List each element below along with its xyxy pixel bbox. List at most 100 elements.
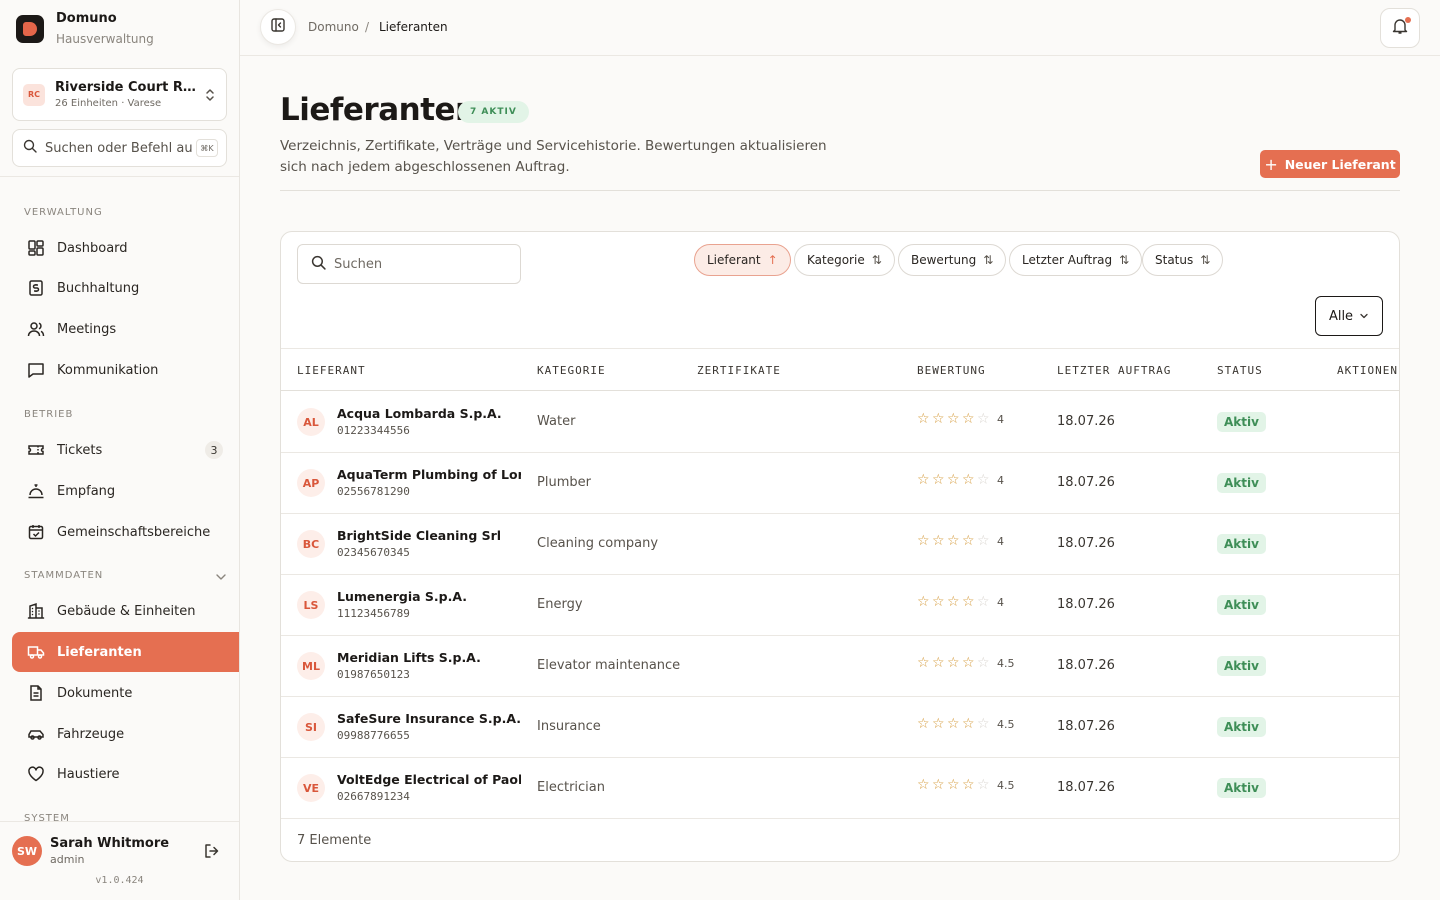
column-header-letzter-auftrag[interactable]: LETZTER AUFTRAG: [1057, 364, 1171, 377]
column-header-lieferant[interactable]: LIEFERANT: [297, 364, 366, 377]
vendor-avatar: AL: [297, 408, 325, 436]
vendor-name[interactable]: Acqua Lombarda S.p.A.: [337, 406, 521, 421]
table-row[interactable]: ML Meridian Lifts S.p.A. 01987650123 Elevat…: [281, 636, 1399, 697]
table-row[interactable]: AL Acqua Lombarda S.p.A. 01223344556 Water ☆…: [281, 392, 1399, 453]
sidebar-item-buchhaltung[interactable]: Buchhaltung: [12, 268, 239, 308]
status-filter-select[interactable]: Alle: [1315, 296, 1383, 336]
sort-arrows-icon: ⇅: [871, 253, 882, 267]
sort-arrows-icon: ⇅: [1119, 253, 1130, 267]
star-icon: ☆: [932, 411, 945, 427]
table-row[interactable]: LS Lumenergia S.p.A. 11123456789 Energy ☆ ☆ ☆ ☆…: [281, 575, 1399, 636]
sidebar-item-label: Kommunikation: [57, 362, 159, 378]
sidebar-toggle-icon: [270, 17, 286, 37]
sort-letzter-auftrag-button[interactable]: Letzter Auftrag ⇅: [1009, 244, 1143, 276]
vendor-last-order: 18.07.26: [1057, 658, 1115, 673]
column-header-status[interactable]: STATUS: [1217, 364, 1263, 377]
sort-status-button[interactable]: Status ⇅: [1142, 244, 1224, 276]
item-count: 7 Elemente: [297, 833, 372, 848]
vendor-vat-id: 01987650123: [337, 668, 410, 681]
table-search-input[interactable]: [334, 256, 504, 272]
column-header-kategorie[interactable]: KATEGORIE: [537, 364, 606, 377]
sort-label: Status: [1155, 253, 1194, 267]
property-switcher[interactable]: RC Riverside Court Residences 26 Einheit…: [12, 68, 227, 121]
sidebar-search-input[interactable]: [45, 140, 193, 156]
sidebar-item-gemeinschaftsbereiche[interactable]: Gemeinschaftsbereiche: [12, 512, 239, 552]
truck-icon: [26, 642, 46, 662]
vendor-rating: ☆ ☆ ☆ ☆ ☆ 4: [917, 533, 1004, 549]
sort-kategorie-button[interactable]: Kategorie ⇅: [794, 244, 895, 276]
sidebar-item-kommunikation[interactable]: Kommunikation: [12, 350, 239, 390]
column-header-bewertung[interactable]: BEWERTUNG: [917, 364, 986, 377]
vendor-vat-id: 02667891234: [337, 790, 410, 803]
vendor-name[interactable]: Lumenergia S.p.A.: [337, 589, 521, 604]
chevron-down-icon: [1359, 309, 1369, 324]
sidebar-item-label: Buchhaltung: [57, 280, 140, 296]
brand-subtitle: Hausverwaltung: [56, 32, 154, 46]
star-icon: ☆: [917, 411, 930, 427]
search-icon: [311, 255, 326, 274]
sidebar-item-dashboard[interactable]: Dashboard: [12, 228, 239, 268]
sidebar-item-meetings[interactable]: Meetings: [12, 309, 239, 349]
sidebar-item-label: Dashboard: [57, 240, 128, 256]
star-icon: ☆: [962, 411, 975, 427]
breadcrumb-current: Lieferanten: [379, 20, 448, 34]
collapse-sidebar-button[interactable]: [260, 9, 296, 45]
logout-icon[interactable]: [203, 842, 221, 864]
sidebar-item-tickets[interactable]: Tickets 3: [12, 430, 239, 470]
vendor-category: Insurance: [537, 719, 601, 734]
sidebar-item-empfang[interactable]: Empfang: [12, 471, 239, 511]
vendor-name[interactable]: Meridian Lifts S.p.A.: [337, 650, 521, 665]
section-label-verwaltung: VERWALTUNG: [24, 207, 103, 218]
vendor-avatar: LS: [297, 591, 325, 619]
vendors-table-card: Lieferant ↑ Kategorie ⇅ Bewertung ⇅ Letz…: [280, 231, 1400, 862]
vendor-avatar: VE: [297, 774, 325, 802]
table-row[interactable]: AP AquaTerm Plumbing of Lorenzo 0255678129…: [281, 453, 1399, 514]
notification-dot: [1405, 17, 1411, 23]
breadcrumb-root[interactable]: Domuno: [308, 20, 359, 34]
sidebar-item-dokumente[interactable]: Dokumente: [12, 673, 239, 713]
chevron-down-icon[interactable]: [215, 571, 227, 586]
sidebar-item-label: Lieferanten: [57, 644, 142, 660]
divider: [0, 176, 239, 177]
vendor-category: Cleaning company: [537, 536, 659, 551]
rating-value: 4.5: [997, 778, 1015, 792]
sidebar-item-lieferanten[interactable]: Lieferanten: [12, 632, 239, 672]
vendor-last-order: 18.07.26: [1057, 780, 1115, 795]
car-icon: [26, 724, 46, 744]
vendor-name[interactable]: VoltEdge Electrical of Paolo Gra: [337, 772, 521, 787]
heart-icon: [26, 764, 46, 784]
sort-bewertung-button[interactable]: Bewertung ⇅: [898, 244, 1007, 276]
status-badge: Aktiv: [1217, 656, 1266, 676]
star-icon: ☆: [962, 655, 975, 671]
avatar[interactable]: SW: [12, 836, 42, 866]
vendor-name[interactable]: AquaTerm Plumbing of Lorenzo: [337, 467, 521, 482]
sidebar-search[interactable]: ⌘K: [12, 129, 227, 167]
vendor-last-order: 18.07.26: [1057, 475, 1115, 490]
ticket-icon: [26, 440, 46, 460]
sort-lieferant-button[interactable]: Lieferant ↑: [694, 244, 791, 276]
sidebar: Domuno Hausverwaltung RC Riverside Court…: [0, 0, 240, 900]
status-badge: Aktiv: [1217, 534, 1266, 554]
vendor-name[interactable]: SafeSure Insurance S.p.A.: [337, 711, 521, 726]
brand[interactable]: Domuno Hausverwaltung: [16, 12, 154, 46]
app-version: v1.0.424: [95, 875, 144, 886]
star-icon: ☆: [947, 716, 960, 732]
vendor-name[interactable]: BrightSide Cleaning Srl: [337, 528, 521, 543]
vendor-avatar: ML: [297, 652, 325, 680]
table-row[interactable]: VE VoltEdge Electrical of Paolo Gra 026678…: [281, 758, 1399, 819]
table-row[interactable]: SI SafeSure Insurance S.p.A. 09988776655 In…: [281, 697, 1399, 758]
table-search[interactable]: [297, 244, 521, 284]
notifications-button[interactable]: [1380, 8, 1420, 48]
sidebar-item-haustiere[interactable]: Haustiere: [12, 754, 239, 794]
status-badge: Aktiv: [1217, 778, 1266, 798]
star-icon: ☆: [932, 472, 945, 488]
shortcut-hint: ⌘K: [196, 139, 218, 157]
sort-arrows-icon: ⇅: [1200, 253, 1211, 267]
star-icon: ☆: [917, 777, 930, 793]
new-vendor-button[interactable]: + Neuer Lieferant: [1260, 150, 1400, 178]
rating-value: 4: [997, 595, 1004, 609]
sidebar-item-gebaeude[interactable]: Gebäude & Einheiten: [12, 591, 239, 631]
sidebar-item-label: Dokumente: [57, 685, 133, 701]
table-row[interactable]: BC BrightSide Cleaning Srl 02345670345 Clea…: [281, 514, 1399, 575]
sidebar-item-fahrzeuge[interactable]: Fahrzeuge: [12, 714, 239, 754]
